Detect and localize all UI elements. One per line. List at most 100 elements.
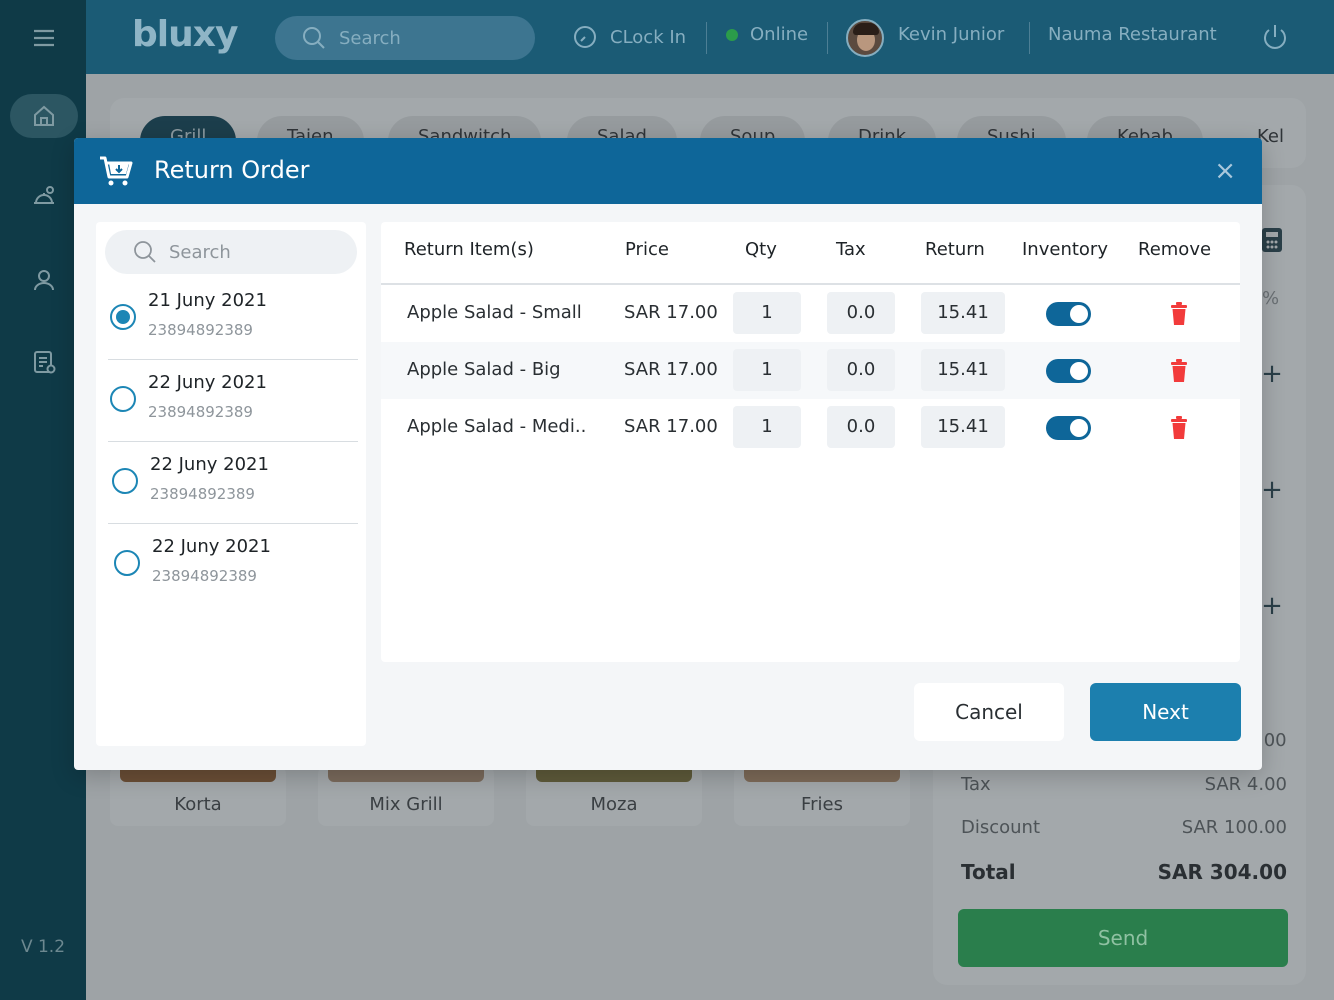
discount-label: Discount <box>961 817 1041 838</box>
order-item[interactable]: 22 Juny 2021 23894892389 <box>108 524 358 606</box>
send-button[interactable]: Send <box>958 909 1288 967</box>
separator <box>1029 22 1030 54</box>
top-search-placeholder: Search <box>339 27 401 49</box>
calculator-icon[interactable] <box>1260 226 1284 254</box>
modal-title: Return Order <box>154 156 310 184</box>
discount-value: SAR 100.00 <box>1181 817 1287 838</box>
plus-icon[interactable]: + <box>1258 476 1286 504</box>
orders-list: Search 21 Juny 2021 23894892389 22 Juny … <box>96 222 366 746</box>
discount-row: Discount SAR 100.00 <box>961 817 1287 838</box>
return-order-modal: Return Order × Search 21 Juny 2021 23894… <box>74 138 1262 770</box>
online-dot-icon <box>726 28 738 41</box>
return-input[interactable]: 15.41 <box>921 349 1005 391</box>
column-header-price: Price <box>625 239 669 260</box>
plus-icon[interactable]: + <box>1258 592 1286 620</box>
order-radio[interactable] <box>114 550 140 576</box>
food-card-fries[interactable]: Fries <box>734 766 910 826</box>
top-bar: bluxy Search CLock In Online Kevin Junio… <box>86 0 1334 74</box>
order-item[interactable]: 21 Juny 2021 23894892389 <box>108 278 358 360</box>
tax-input[interactable]: 0.0 <box>827 349 895 391</box>
close-icon[interactable]: × <box>1214 156 1236 186</box>
return-input[interactable]: 15.41 <box>921 406 1005 448</box>
top-search-input[interactable]: Search <box>275 16 535 60</box>
app-version: V 1.2 <box>20 937 66 957</box>
qty-input[interactable]: 1 <box>733 406 801 448</box>
order-search-input[interactable]: Search <box>105 230 357 274</box>
report-icon[interactable] <box>10 340 78 384</box>
menu-icon[interactable] <box>10 16 78 60</box>
column-header-qty: Qty <box>745 239 777 260</box>
table-row: Apple Salad - Big SAR 17.00 1 0.0 15.41 <box>381 342 1240 399</box>
home-icon[interactable] <box>10 94 78 138</box>
order-item[interactable]: 22 Juny 2021 23894892389 <box>108 442 358 524</box>
order-search-placeholder: Search <box>169 241 231 263</box>
online-status-label: Online <box>750 24 809 45</box>
qty-input[interactable]: 1 <box>733 292 801 334</box>
food-label: Korta <box>174 794 222 815</box>
order-radio[interactable] <box>112 468 138 494</box>
food-card-moza[interactable]: Moza <box>526 766 702 826</box>
separator <box>706 22 707 54</box>
column-header-item: Return Item(s) <box>404 239 534 260</box>
order-date: 22 Juny 2021 <box>148 372 267 393</box>
tax-input[interactable]: 0.0 <box>827 406 895 448</box>
order-radio[interactable] <box>110 386 136 412</box>
trash-icon[interactable] <box>1169 416 1189 440</box>
return-items-table: Return Item(s) Price Qty Tax Return Inve… <box>381 222 1240 662</box>
search-icon <box>134 241 156 263</box>
order-number: 23894892389 <box>148 403 253 421</box>
inventory-toggle[interactable] <box>1046 359 1091 383</box>
user-name[interactable]: Kevin Junior <box>898 24 1004 45</box>
total-row: Total SAR 304.00 <box>961 860 1287 884</box>
tax-label: Tax <box>961 774 991 795</box>
food-label: Fries <box>801 794 843 815</box>
food-card-korta[interactable]: Korta <box>110 766 286 826</box>
column-header-tax: Tax <box>836 239 866 260</box>
order-date: 22 Juny 2021 <box>150 454 269 475</box>
plus-icon[interactable]: + <box>1258 360 1286 388</box>
table-row: Apple Salad - Medi.. SAR 17.00 1 0.0 15.… <box>381 399 1240 456</box>
column-header-return: Return <box>925 239 985 260</box>
tax-input[interactable]: 0.0 <box>827 292 895 334</box>
order-date: 21 Juny 2021 <box>148 290 267 311</box>
food-card-mix-grill[interactable]: Mix Grill <box>318 766 494 826</box>
percent-label: % <box>1262 288 1280 309</box>
subtotal-partial: .00 <box>1258 730 1287 751</box>
item-price: SAR 17.00 <box>624 416 718 437</box>
item-name: Apple Salad - Small <box>407 302 582 323</box>
order-number: 23894892389 <box>148 321 253 339</box>
cart-return-icon <box>100 156 133 186</box>
inventory-toggle[interactable] <box>1046 416 1091 440</box>
item-name: Apple Salad - Big <box>407 359 561 380</box>
restaurant-name[interactable]: Nauma Restaurant <box>1048 24 1217 45</box>
total-value: SAR 304.00 <box>1157 860 1287 884</box>
app-logo: bluxy <box>132 14 238 55</box>
order-item[interactable]: 22 Juny 2021 23894892389 <box>108 360 358 442</box>
return-input[interactable]: 15.41 <box>921 292 1005 334</box>
tax-value: SAR 4.00 <box>1204 774 1287 795</box>
inventory-toggle[interactable] <box>1046 302 1091 326</box>
order-number: 23894892389 <box>150 485 255 503</box>
item-name: Apple Salad - Medi.. <box>407 416 587 437</box>
power-icon[interactable] <box>1260 22 1290 52</box>
tax-row: Tax SAR 4.00 <box>961 774 1287 795</box>
trash-icon[interactable] <box>1169 359 1189 383</box>
food-label: Moza <box>590 794 638 815</box>
qty-input[interactable]: 1 <box>733 349 801 391</box>
trash-icon[interactable] <box>1169 302 1189 326</box>
avatar[interactable] <box>846 19 884 57</box>
cancel-button[interactable]: Cancel <box>914 683 1064 741</box>
modal-header: Return Order × <box>74 138 1262 204</box>
cloche-icon[interactable] <box>10 174 78 218</box>
order-number: 23894892389 <box>152 567 257 585</box>
user-icon[interactable] <box>10 258 78 302</box>
order-radio[interactable] <box>110 304 136 330</box>
column-header-remove: Remove <box>1138 239 1212 260</box>
separator <box>827 22 828 54</box>
next-button[interactable]: Next <box>1090 683 1241 741</box>
column-header-inventory: Inventory <box>1022 239 1108 260</box>
clock-in-button[interactable]: CLock In <box>572 24 686 50</box>
clock-in-label: CLock In <box>610 26 687 48</box>
item-price: SAR 17.00 <box>624 359 718 380</box>
clock-icon <box>574 26 596 48</box>
